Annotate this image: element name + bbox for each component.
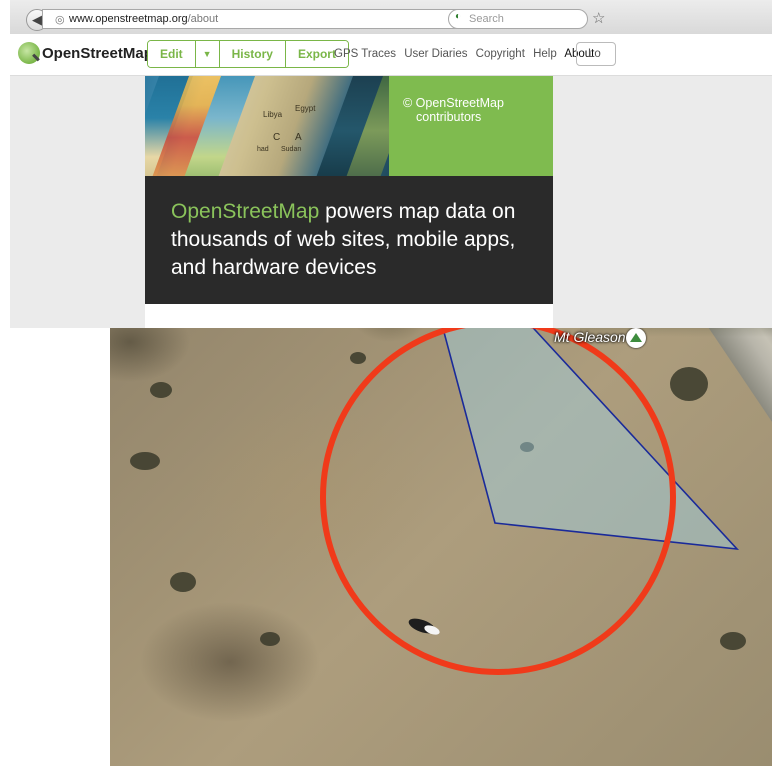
attribution-panel: © OpenStreetMap contributors [389,76,553,176]
site-logo-text[interactable]: OpenStreetMap [42,45,153,62]
bookmark-star-icon[interactable]: ☆ [592,9,605,27]
map-label: Libya [263,110,283,119]
copyright-line2: contributors [416,110,482,124]
url-domain: www.openstreetmap.org [69,13,188,25]
map-mosaic-image: Libya Egypt C A had Sudan [145,76,389,176]
about-card: Libya Egypt C A had Sudan © OpenStreetMa… [145,76,553,328]
url-path: /about [187,13,219,25]
globe-icon: ◎ [55,14,65,26]
secondary-nav: GPS Traces User Diaries Copyright Help A… [334,48,599,60]
nav-link-user-diaries[interactable]: User Diaries [404,48,467,60]
search-input[interactable]: ◐ Search [448,9,588,29]
nav-link-help[interactable]: Help [533,48,557,60]
nav-link-copyright[interactable]: Copyright [476,48,525,60]
vehicle [408,618,440,635]
page-content: Libya Egypt C A had Sudan © OpenStreetMa… [10,76,772,328]
nav-link-gps-traces[interactable]: GPS Traces [334,48,396,60]
map-label: C [273,132,281,143]
map-label: Egypt [295,104,316,113]
address-bar[interactable]: ◎ www.openstreetmap.org/about ▽ ↻ [42,9,514,29]
search-placeholder: Search [469,13,504,25]
tagline-brand: OpenStreetMap [171,200,320,223]
edit-button-group: Edit ▼ History Export [147,40,349,68]
history-button[interactable]: History [219,41,286,67]
url-text: www.openstreetmap.org/about [69,13,218,25]
tagline: OpenStreetMap powers map data on thousan… [171,198,541,282]
edit-button[interactable]: Edit [148,41,196,67]
browser-toolbar: ◀ ◎ www.openstreetmap.org/about ▽ ↻ ◐ Se… [10,0,772,35]
browser-window: ◀ ◎ www.openstreetmap.org/about ▽ ↻ ◐ Se… [10,0,772,328]
peak-label: Mt Gleason [554,329,626,345]
map-label: had [257,146,269,153]
map-label: A [295,132,302,143]
map-label: Sudan [281,146,302,153]
osm-logo-icon[interactable] [18,42,40,64]
login-button[interactable]: Lo [576,42,616,66]
tagline-banner: OpenStreetMap powers map data on thousan… [145,176,553,304]
mountain-peak-icon[interactable] [626,328,646,348]
copyright-line1: © OpenStreetMap [403,96,504,110]
copyright-text[interactable]: © OpenStreetMap contributors [403,96,504,124]
site-header: OpenStreetMap Edit ▼ History Export GPS … [10,34,772,76]
edit-dropdown-icon[interactable]: ▼ [195,41,220,67]
